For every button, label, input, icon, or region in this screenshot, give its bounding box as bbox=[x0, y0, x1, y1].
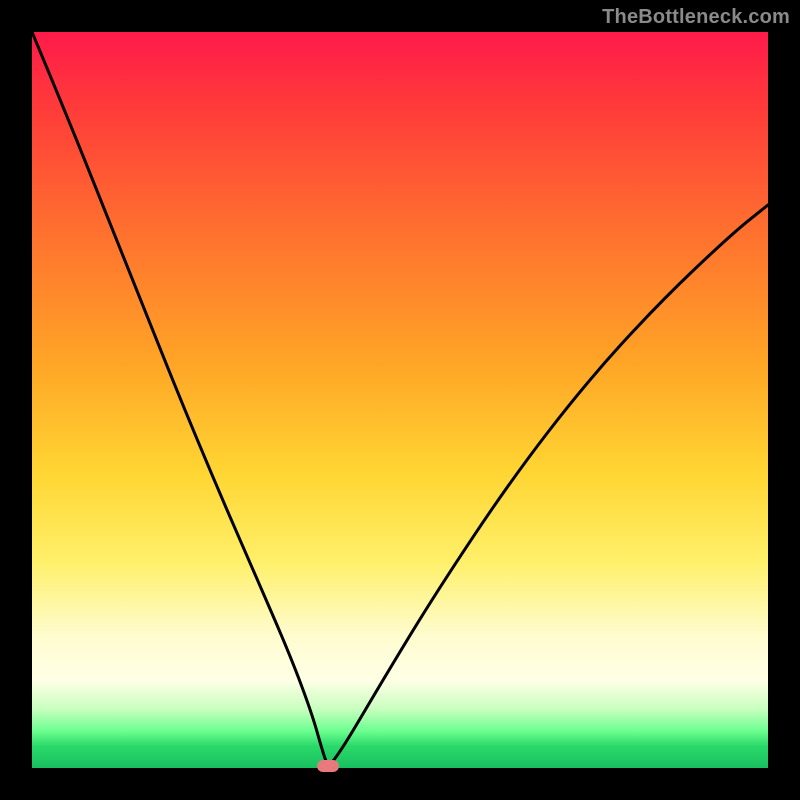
curve-svg bbox=[32, 32, 768, 768]
watermark-text: TheBottleneck.com bbox=[602, 6, 790, 29]
minimum-marker bbox=[317, 760, 339, 772]
bottleneck-curve-path bbox=[32, 32, 768, 764]
chart-stage: TheBottleneck.com bbox=[0, 0, 800, 800]
plot-area bbox=[32, 32, 768, 768]
